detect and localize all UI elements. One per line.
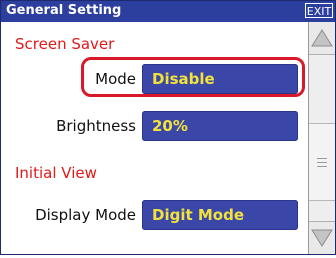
- selection-highlight: [81, 57, 305, 97]
- section-title-initial-view: Initial View: [15, 164, 97, 182]
- brightness-field[interactable]: 20%: [142, 111, 298, 141]
- triangle-down-icon: [311, 229, 333, 247]
- brightness-label: Brightness: [56, 117, 136, 135]
- brightness-value: 20%: [152, 117, 188, 135]
- display-mode-value: Digit Mode: [152, 206, 245, 224]
- title-bar: General Setting EXIT: [1, 1, 335, 22]
- scroll-thumb[interactable]: [309, 123, 335, 201]
- settings-content: Screen Saver Mode Disable Brightness 20%…: [1, 22, 308, 254]
- settings-window: General Setting EXIT Screen Saver Mode D…: [0, 0, 336, 255]
- display-mode-field[interactable]: Digit Mode: [142, 200, 298, 230]
- exit-button[interactable]: EXIT: [305, 3, 333, 18]
- display-mode-label: Display Mode: [35, 206, 136, 224]
- scroll-down-button[interactable]: [309, 221, 335, 254]
- window-title: General Setting: [6, 3, 122, 18]
- triangle-up-icon: [311, 29, 333, 47]
- scroll-up-button[interactable]: [309, 22, 335, 55]
- scrollbar[interactable]: [308, 22, 335, 254]
- section-title-screen-saver: Screen Saver: [15, 35, 115, 53]
